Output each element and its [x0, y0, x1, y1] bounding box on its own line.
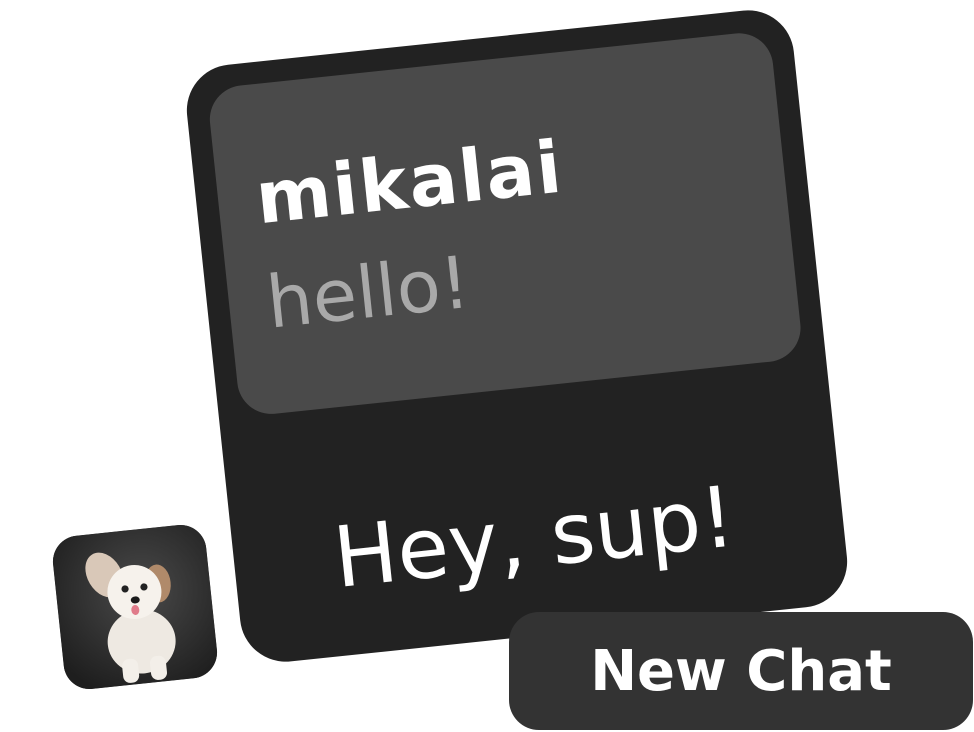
incoming-message-text: hello! [262, 239, 474, 345]
chat-card: mikalai hello! Hey, sup! [182, 5, 852, 667]
new-chat-button-label: New Chat [590, 638, 892, 704]
reply-message-text: Hey, sup! [329, 467, 740, 608]
chat-preview: mikalai hello! Hey, sup! New Chat [0, 0, 974, 732]
avatar [50, 522, 220, 692]
new-chat-button[interactable]: New Chat [509, 612, 973, 730]
dog-photo-avatar-icon [50, 522, 220, 692]
